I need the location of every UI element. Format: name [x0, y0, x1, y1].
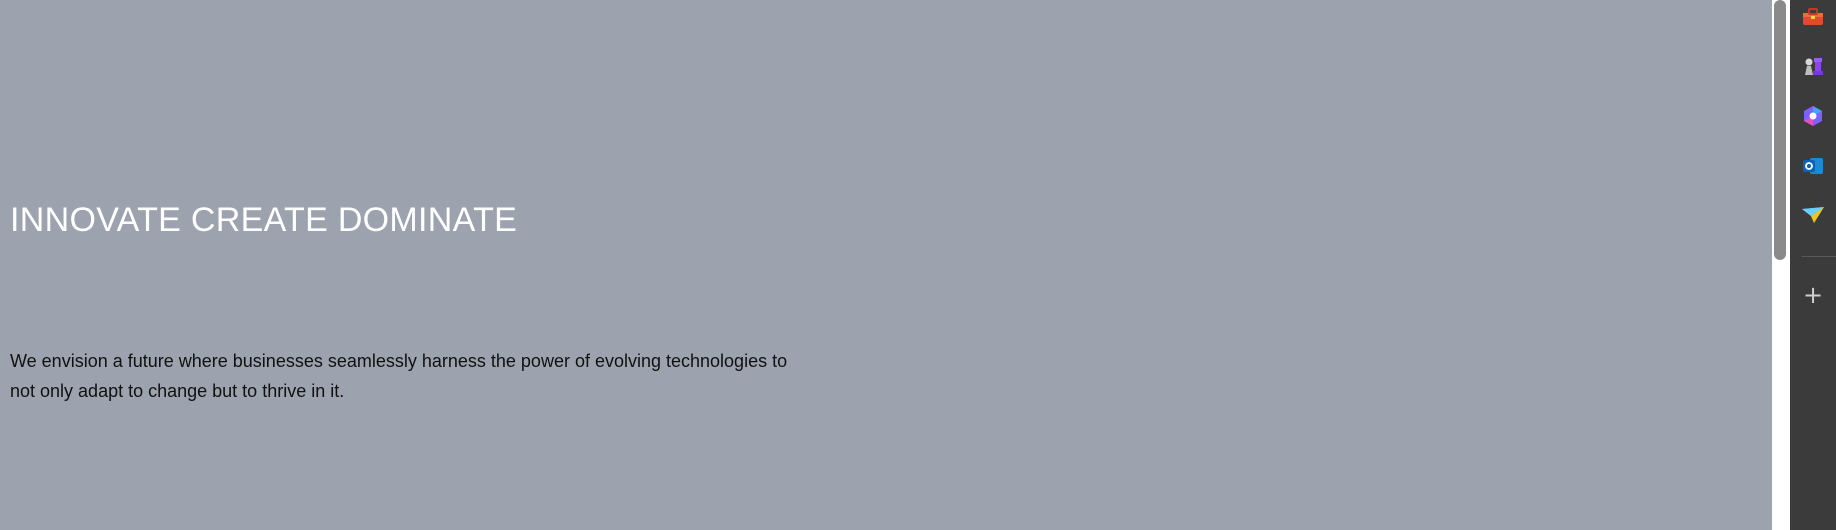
hero-section: INNOVATE CREATE DOMINATE We envision a f… [0, 0, 1772, 530]
copilot-icon [1804, 106, 1822, 126]
add-sidebar-app-button[interactable]: + [1798, 280, 1828, 310]
sidebar-divider [1802, 256, 1836, 257]
send-icon [1802, 207, 1824, 223]
scrollbar-thumb[interactable] [1774, 0, 1786, 260]
plus-icon: + [1802, 281, 1824, 309]
sidebar-item-send[interactable] [1798, 200, 1828, 230]
sidebar-item-outlook[interactable] [1798, 151, 1828, 181]
sidebar-item-games[interactable] [1798, 51, 1828, 81]
outlook-icon [1803, 158, 1823, 174]
page: INNOVATE CREATE DOMINATE We envision a f… [0, 0, 1836, 530]
browser-sidebar: + [1790, 0, 1836, 530]
toolbox-icon [1803, 8, 1823, 25]
chess-icon [1805, 58, 1823, 75]
hero-description: We envision a future where businesses se… [10, 351, 788, 401]
sidebar-item-tools[interactable] [1798, 2, 1828, 32]
sidebar-item-copilot[interactable] [1798, 101, 1828, 131]
hero-title: INNOVATE CREATE DOMINATE [10, 201, 518, 239]
